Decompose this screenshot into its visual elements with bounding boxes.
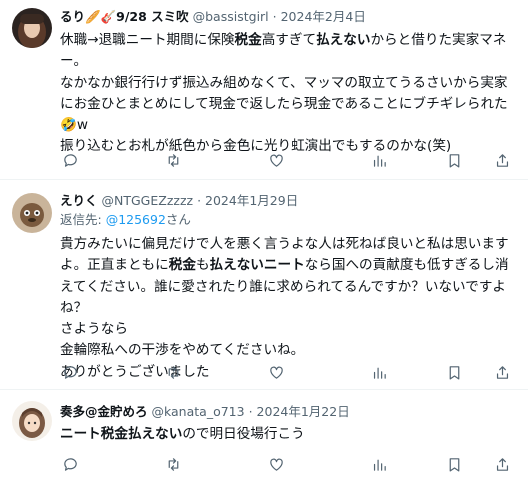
- reply-to-handle[interactable]: @125692: [106, 212, 166, 227]
- tweet-3[interactable]: 奏多@金貯めろ @kanata_o713 · 2024年1月22日 ニート税金払…: [0, 390, 528, 478]
- user-handle[interactable]: @bassistgirl: [193, 9, 269, 24]
- reply-icon[interactable]: [60, 362, 80, 382]
- tweet-text: ニート税金払えないので明日役場行こう: [60, 424, 518, 445]
- separator-dot: ·: [248, 404, 253, 419]
- highlight-term: ニート税金払えない: [60, 426, 183, 442]
- like-icon[interactable]: [267, 454, 287, 474]
- reply-icon[interactable]: [60, 150, 80, 170]
- separator-dot: ·: [197, 193, 202, 208]
- tweet-date[interactable]: 2024年1月22日: [257, 404, 350, 419]
- text-segment: さようなら: [60, 321, 128, 338]
- text-segment: なかなか銀行行けず振込み組めなくて、マッマの取立てうるさいから実家にお金ひとまと…: [60, 74, 508, 134]
- avatar[interactable]: [12, 401, 52, 441]
- tweet-date[interactable]: 2024年2月4日: [281, 9, 366, 24]
- reply-to-suffix: さん: [165, 212, 191, 227]
- bookmark-icon[interactable]: [444, 362, 464, 382]
- text-segment: 休職→退職ニート期間に保険: [60, 32, 235, 48]
- tweet-2[interactable]: えりく @NTGGEZzzzz · 2024年1月29日 返信先: @12569…: [0, 180, 528, 390]
- tweet-line: 休職→退職ニート期間に保険税金高すぎて払えないからと借りた実家マネー。: [60, 30, 518, 73]
- tweet-header: るり🥖🎸9/28 スミ吹 @bassistgirl · 2024年2月4日: [60, 8, 518, 26]
- highlight-term: 税金: [168, 257, 196, 274]
- text-segment: ので明日役場行こう: [182, 426, 305, 442]
- retweet-icon[interactable]: [163, 150, 183, 170]
- reply-to-line: 返信先: @125692さん: [60, 211, 518, 229]
- display-name[interactable]: るり🥖🎸9/28 スミ吹: [60, 9, 189, 24]
- tweet-line: 金輪際私への干渉をやめてくださいね。: [60, 340, 518, 361]
- like-icon[interactable]: [267, 150, 287, 170]
- like-icon[interactable]: [267, 362, 287, 382]
- share-icon[interactable]: [492, 454, 512, 474]
- text-segment: も: [195, 257, 210, 274]
- tweet-date[interactable]: 2024年1月29日: [205, 193, 298, 208]
- reply-icon[interactable]: [60, 454, 80, 474]
- tweet-line: ニート税金払えないので明日役場行こう: [60, 424, 518, 445]
- separator-dot: ·: [272, 9, 277, 24]
- tweet-header: えりく @NTGGEZzzzz · 2024年1月29日: [60, 192, 518, 210]
- text-segment: 高すぎて: [261, 32, 317, 48]
- share-icon[interactable]: [492, 362, 512, 382]
- display-name[interactable]: えりく: [60, 193, 98, 208]
- highlight-term: 税金: [234, 32, 262, 48]
- display-name[interactable]: 奏多@金貯めろ: [60, 404, 148, 419]
- reply-to-label: 返信先:: [60, 212, 106, 227]
- tweet-text: 休職→退職ニート期間に保険税金高すぎて払えないからと借りた実家マネー。 なかなか銀…: [60, 30, 518, 158]
- share-icon[interactable]: [492, 150, 512, 170]
- highlight-term: 払えない: [316, 32, 371, 48]
- text-segment: 金輪際私への干渉をやめてくださいね。: [60, 342, 305, 359]
- tweet-header: 奏多@金貯めろ @kanata_o713 · 2024年1月22日: [60, 403, 518, 421]
- user-handle[interactable]: @NTGGEZzzzz: [102, 193, 194, 208]
- retweet-icon[interactable]: [163, 362, 183, 382]
- views-icon[interactable]: [370, 454, 390, 474]
- tweet-line: 貴方みたいに偏見だけで人を悪く言うよな人は死ねば良いと私は思いますよ。正直まとも…: [60, 234, 518, 319]
- views-icon[interactable]: [370, 362, 390, 382]
- tweet-text: 貴方みたいに偏見だけで人を悪く言うよな人は死ねば良いと私は思いますよ。正直まとも…: [60, 234, 518, 383]
- bookmark-icon[interactable]: [444, 454, 464, 474]
- avatar[interactable]: [12, 193, 52, 233]
- tweet-line: さようなら: [60, 319, 518, 340]
- retweet-icon[interactable]: [163, 454, 183, 474]
- user-handle[interactable]: @kanata_o713: [152, 404, 245, 419]
- highlight-term: 払えないニート: [209, 257, 305, 274]
- bookmark-icon[interactable]: [444, 150, 464, 170]
- action-bar: [60, 150, 512, 170]
- avatar[interactable]: [12, 8, 52, 48]
- tweet-1[interactable]: るり🥖🎸9/28 スミ吹 @bassistgirl · 2024年2月4日 休職…: [0, 0, 528, 180]
- views-icon[interactable]: [370, 150, 390, 170]
- action-bar: [60, 454, 512, 474]
- tweet-line: なかなか銀行行けず振込み組めなくて、マッマの取立てうるさいから実家にお金ひとまと…: [60, 73, 518, 137]
- action-bar: [60, 362, 512, 382]
